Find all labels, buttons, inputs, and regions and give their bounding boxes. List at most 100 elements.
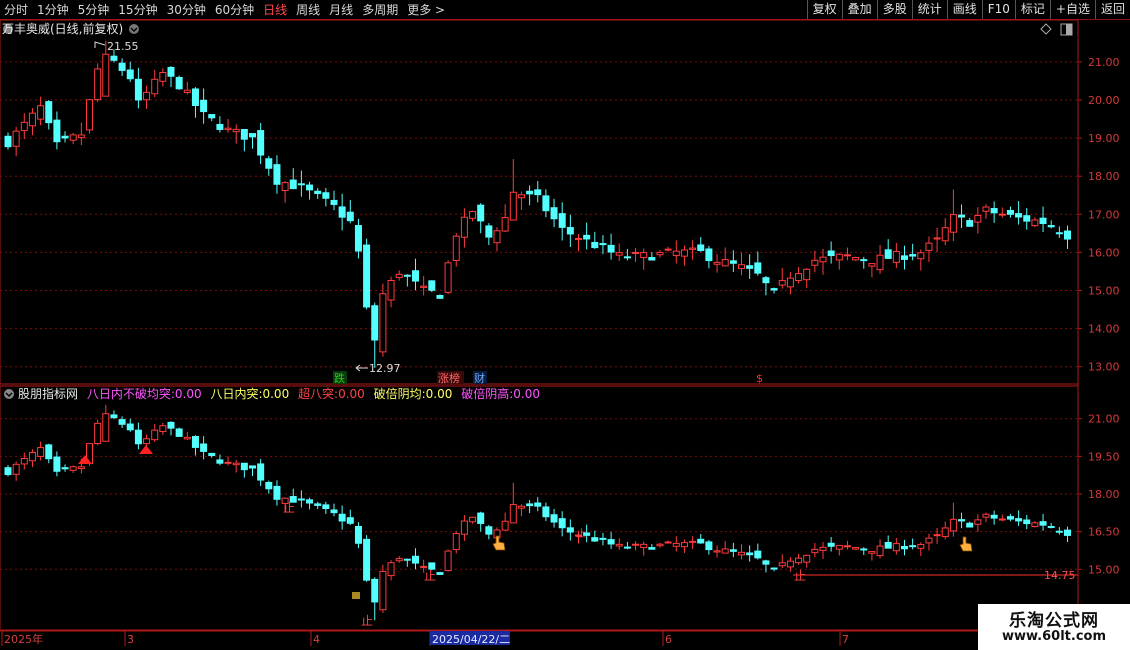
main-candle [289, 168, 297, 190]
indicator-candle [102, 404, 110, 442]
indicator-candle [61, 464, 69, 472]
stop-label: 止 [576, 528, 586, 540]
indicator-candle [4, 465, 12, 477]
indicator-candle [705, 539, 713, 555]
indicator-field-label: 八日内突: [210, 386, 262, 401]
y-axis-tick: 20.00 [1088, 94, 1120, 107]
main-candle [200, 88, 208, 124]
indicator-candle [297, 490, 305, 508]
main-candle [583, 222, 591, 250]
main-candles [4, 40, 1071, 368]
indicator-menu-icon[interactable] [4, 389, 14, 399]
main-candle [412, 258, 419, 291]
main-candle [159, 68, 167, 87]
event-label: 跌 [334, 371, 345, 385]
main-candle [689, 240, 697, 260]
indicator-candle [159, 422, 167, 435]
indicator-candle [175, 427, 183, 438]
main-candle [379, 283, 387, 357]
indicator-field-label: 超八突: [298, 386, 338, 401]
main-candle [501, 204, 509, 233]
y-axis-tick: 18.00 [1088, 170, 1120, 183]
indicator-candle [346, 509, 354, 526]
indicator-candle [436, 571, 444, 575]
indicator-candle [1064, 526, 1071, 542]
indicator-candle [501, 512, 509, 531]
main-candle [224, 119, 232, 133]
indicator-candle [1031, 521, 1039, 528]
indicator-candle [265, 480, 273, 494]
main-candle [762, 276, 770, 296]
time-axis-label: 4 [313, 633, 320, 646]
indicator-candle [738, 544, 745, 560]
main-candle [558, 202, 566, 241]
signal-up-arrow [139, 445, 153, 454]
main-candle [387, 276, 395, 308]
time-axis: 2025年 3 4 2025/04/22/二 6 7 [0, 630, 1078, 646]
indicator-candle [517, 504, 525, 517]
indicator-candle [53, 451, 61, 477]
main-candle [526, 185, 534, 206]
indicator-field-value: 0.00 [513, 387, 540, 401]
main-candle [811, 250, 819, 273]
main-candle [949, 189, 957, 241]
stop-label: 止 [424, 569, 436, 583]
main-candle [20, 113, 28, 140]
indicator-candle [901, 539, 908, 556]
indicator-candle [249, 465, 256, 476]
indicator-candle [69, 465, 77, 473]
indicator-candle [835, 544, 843, 556]
main-candle [428, 280, 436, 293]
indicator-candle [1039, 513, 1047, 531]
chevron-down-icon[interactable] [129, 24, 139, 34]
indicator-candle [933, 527, 941, 544]
indicator-candle [778, 554, 786, 569]
watermark-logo: 乐淘公式网 www.60lt.com [978, 604, 1130, 650]
indicator-candle [330, 503, 338, 517]
main-candle [640, 248, 648, 270]
indicator-candle [925, 533, 933, 551]
level-label: 14.75 [1044, 569, 1076, 582]
high-marker [94, 41, 106, 48]
main-candle [151, 69, 159, 98]
main-candle [746, 254, 754, 279]
main-candle [827, 241, 835, 264]
kline-chart[interactable]: 21.00 20.00 19.00 18.00 17.00 16.00 15.00 14.00… [0, 0, 1130, 650]
indicator-candle [566, 519, 574, 541]
main-candle [648, 252, 656, 261]
main-candle [966, 217, 974, 227]
indicator-candle [110, 410, 118, 420]
main-candle [297, 170, 305, 197]
main-candle [306, 181, 314, 200]
main-candle [901, 245, 908, 270]
hand-pointer-icon [959, 536, 973, 552]
indicator-field-label: 破倍阴高: [461, 386, 513, 401]
main-candle [632, 247, 640, 263]
indicator-candle [412, 548, 419, 570]
indicator-candle [909, 538, 917, 550]
main-candle [1006, 206, 1014, 218]
main-candle [575, 233, 582, 252]
main-candle [705, 245, 713, 269]
main-candle [933, 227, 941, 252]
main-candle [485, 223, 493, 246]
indicator-candle [746, 545, 754, 562]
indicator-candle [387, 560, 395, 581]
main-candle [281, 181, 289, 203]
low-marker [355, 364, 368, 372]
indicator-candle [379, 564, 387, 613]
main-candle [1023, 208, 1031, 230]
main-candle [860, 256, 868, 269]
main-candle [322, 188, 330, 207]
main-candle [754, 251, 762, 276]
indicator-candle [134, 422, 142, 450]
indicator-field-value: 0.00 [426, 387, 453, 401]
main-candle [1031, 217, 1039, 228]
indicator-candle [1023, 514, 1031, 530]
indicator-candle [632, 541, 640, 551]
indicator-candle [28, 449, 36, 467]
main-candle [395, 270, 403, 281]
indicator-candle [550, 508, 558, 528]
indicator-candle [208, 452, 216, 458]
diamond-icon[interactable] [1040, 23, 1052, 35]
